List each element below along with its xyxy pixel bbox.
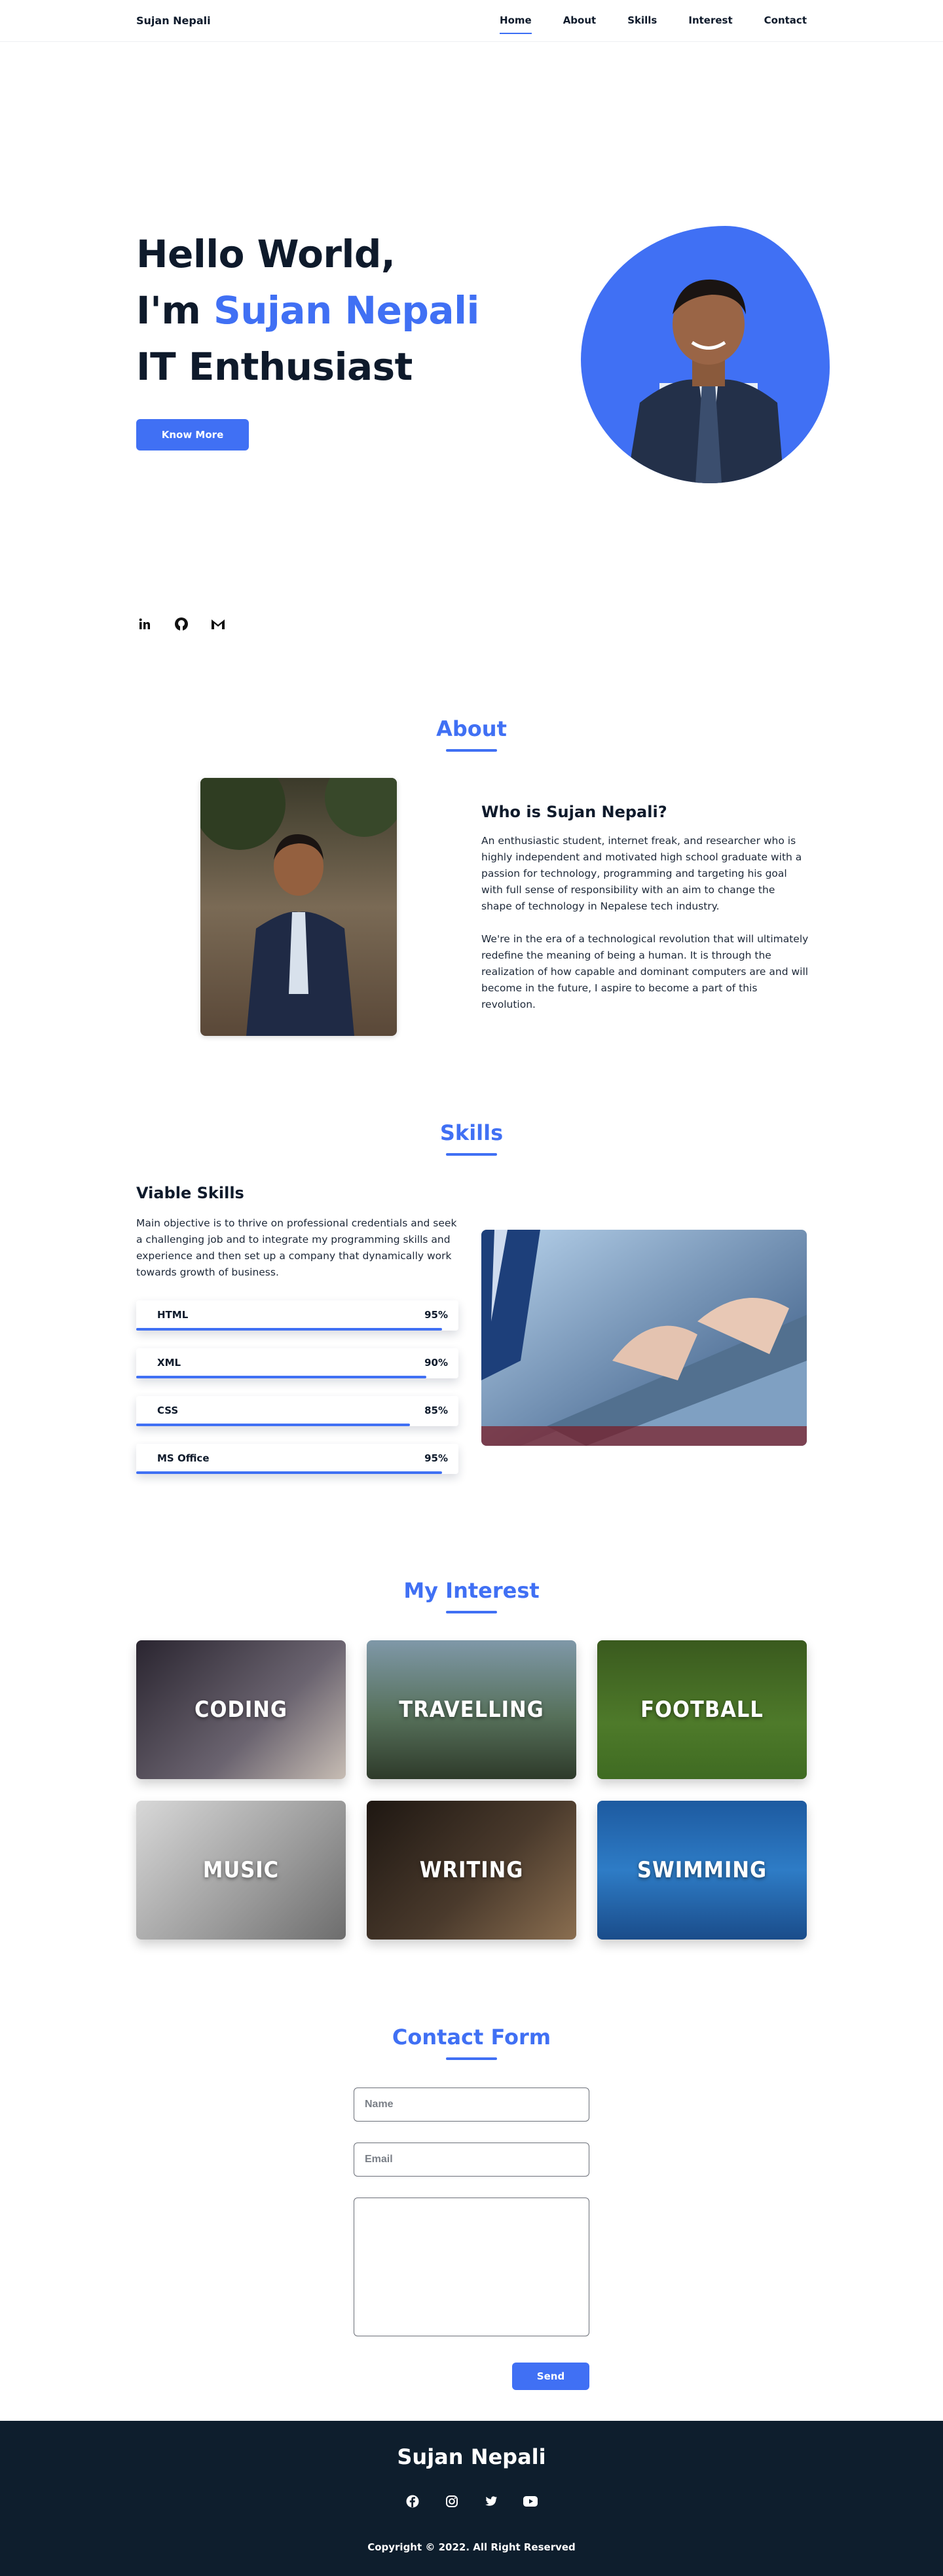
hero-line-3: IT Enthusiast xyxy=(136,344,413,389)
about-section-title: About xyxy=(0,716,943,748)
skill-percent: 95% xyxy=(424,1452,448,1464)
interest-label: SWIMMING xyxy=(637,1857,767,1883)
interest-card-football[interactable]: FOOTBALL xyxy=(597,1640,807,1779)
hero-line-2: I'm Sujan Nepali xyxy=(136,282,479,339)
interest-label: CODING xyxy=(194,1697,287,1723)
interest-label: WRITING xyxy=(419,1857,524,1883)
hero-social-links xyxy=(136,616,227,633)
skill-percent: 90% xyxy=(424,1357,448,1369)
message-field[interactable] xyxy=(354,2198,589,2336)
footer-name: Sujan Nepali xyxy=(397,2444,546,2469)
interest-card-travelling[interactable]: TRAVELLING xyxy=(367,1640,576,1779)
skills-paragraph: Main objective is to thrive on professio… xyxy=(136,1217,457,1278)
skill-row: HTML 95% xyxy=(136,1300,458,1331)
skill-row: CSS 85% xyxy=(136,1396,458,1426)
interest-title-text: My Interest xyxy=(403,1578,539,1610)
skill-name: HTML xyxy=(157,1309,189,1321)
hero-portrait xyxy=(581,226,830,483)
skill-progress-bar xyxy=(136,1376,426,1378)
skill-row: MS Office 95% xyxy=(136,1444,458,1474)
about-heading: Who is Sujan Nepali? xyxy=(481,803,667,821)
about-paragraph-2: We're in the era of a technological revo… xyxy=(481,933,809,1010)
know-more-button[interactable]: Know More xyxy=(136,419,249,451)
about-title-text: About xyxy=(436,716,507,748)
hero-line-2-prefix: I'm xyxy=(136,288,213,333)
send-button[interactable]: Send xyxy=(512,2363,589,2390)
skill-progress-bar xyxy=(136,1328,443,1331)
nav-interest[interactable]: Interest xyxy=(688,14,732,26)
skill-progress-bar xyxy=(136,1471,443,1474)
youtube-icon[interactable] xyxy=(523,2494,538,2509)
nav-about[interactable]: About xyxy=(563,14,597,26)
skill-name: XML xyxy=(157,1357,181,1369)
hero-title: Hello World, I'm Sujan Nepali IT Enthusi… xyxy=(136,226,479,395)
portrait-illustration xyxy=(627,279,784,483)
main-nav: Home About Skills Interest Contact xyxy=(468,14,807,34)
about-paragraph-1: An enthusiastic student, internet freak,… xyxy=(481,835,802,912)
site-logo[interactable]: Sujan Nepali xyxy=(136,14,211,27)
name-field[interactable] xyxy=(354,2088,589,2122)
interest-card-coding[interactable]: CODING xyxy=(136,1640,346,1779)
skill-row: XML 90% xyxy=(136,1348,458,1378)
interest-label: FOOTBALL xyxy=(640,1697,764,1723)
copyright-text: Copyright © 2022. All Right Reserved xyxy=(367,2541,576,2553)
twitter-icon[interactable] xyxy=(484,2494,498,2509)
skills-title-text: Skills xyxy=(440,1120,503,1152)
about-photo-illustration xyxy=(200,778,397,1036)
about-photo xyxy=(200,778,397,1036)
skill-percent: 95% xyxy=(424,1309,448,1321)
skill-progress-bar xyxy=(136,1424,411,1426)
laptop-illustration xyxy=(481,1230,807,1446)
interest-label: TRAVELLING xyxy=(399,1697,544,1723)
contact-title-text: Contact Form xyxy=(392,2025,551,2056)
skills-section-title: Skills xyxy=(0,1120,943,1152)
interest-section-title: My Interest xyxy=(0,1578,943,1610)
footer-social-links xyxy=(0,2494,943,2509)
interest-card-swimming[interactable]: SWIMMING xyxy=(597,1801,807,1940)
site-footer: Sujan Nepali Copyright © 2022. All Right… xyxy=(0,2421,943,2576)
nav-skills[interactable]: Skills xyxy=(627,14,657,26)
hero-line-1: Hello World, xyxy=(136,232,396,276)
page: Sujan Nepali Home About Skills Interest … xyxy=(0,0,943,2576)
instagram-icon[interactable] xyxy=(445,2494,459,2509)
interest-card-music[interactable]: MUSIC xyxy=(136,1801,346,1940)
hero-name: Sujan Nepali xyxy=(213,288,479,333)
email-field[interactable] xyxy=(354,2143,589,2177)
skill-percent: 85% xyxy=(424,1405,448,1416)
interest-label: MUSIC xyxy=(202,1857,280,1883)
top-header: Sujan Nepali Home About Skills Interest … xyxy=(0,0,943,42)
facebook-icon[interactable] xyxy=(405,2494,420,2509)
skill-name: MS Office xyxy=(157,1452,210,1464)
nav-contact[interactable]: Contact xyxy=(764,14,807,26)
interest-card-writing[interactable]: WRITING xyxy=(367,1801,576,1940)
skills-laptop-photo xyxy=(481,1230,807,1446)
nav-home[interactable]: Home xyxy=(500,14,532,34)
skill-name: CSS xyxy=(157,1405,179,1416)
contact-section-title: Contact Form xyxy=(0,2025,943,2056)
github-icon[interactable] xyxy=(173,616,190,633)
skills-heading: Viable Skills xyxy=(136,1184,244,1202)
linkedin-icon[interactable] xyxy=(136,616,153,633)
gmail-icon[interactable] xyxy=(210,616,227,633)
